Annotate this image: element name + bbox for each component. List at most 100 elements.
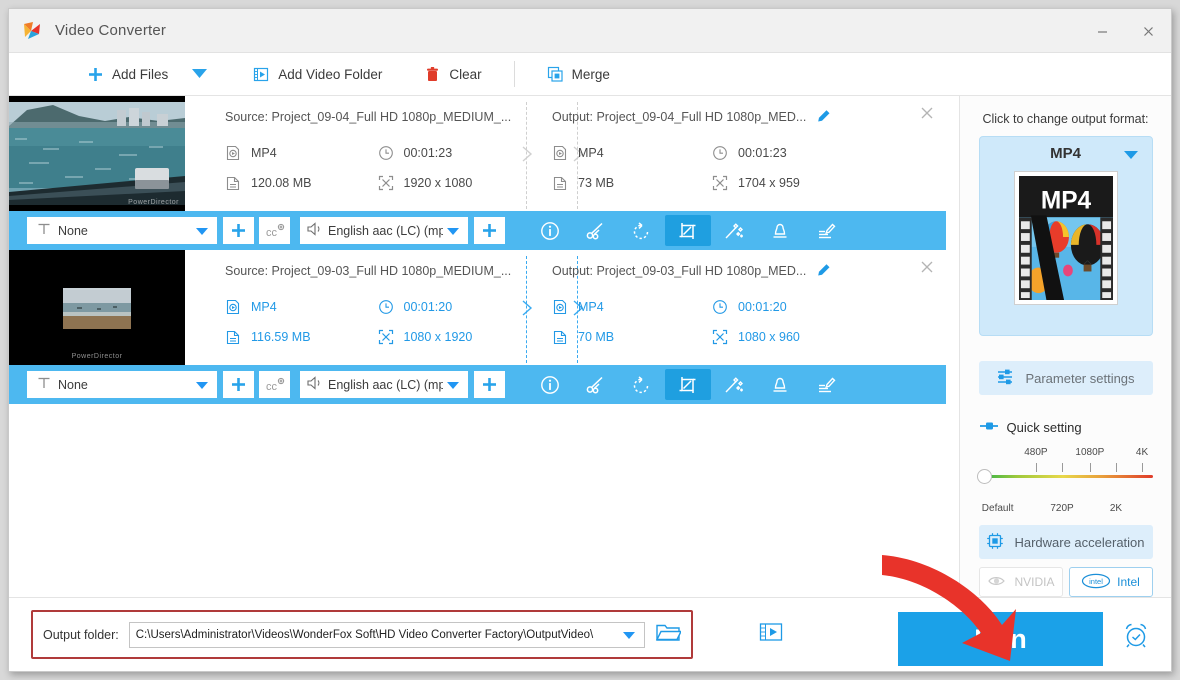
edit-output-name-icon[interactable] xyxy=(815,262,832,284)
merge-label: Merge xyxy=(571,66,610,82)
thumbnail-watermark: PowerDirector xyxy=(71,353,123,360)
output-resolution: 1704 x 959 xyxy=(738,176,800,190)
file-format-icon xyxy=(552,145,568,161)
add-video-folder-button[interactable]: Add Video Folder xyxy=(243,53,392,96)
close-button[interactable] xyxy=(1125,9,1171,53)
clear-label: Clear xyxy=(449,66,482,82)
info-button[interactable] xyxy=(527,369,573,400)
file-list: PowerDirector Source: Project_09-04_Full xyxy=(9,96,959,597)
add-subtitle-button[interactable] xyxy=(223,371,254,398)
quality-label-720p: 720P xyxy=(1050,503,1074,514)
quick-setting-icon xyxy=(979,420,999,435)
plus-icon xyxy=(87,66,104,83)
hardware-acceleration-button[interactable]: Hardware acceleration xyxy=(978,525,1153,559)
remove-file-button[interactable] xyxy=(918,260,936,278)
gpu-options: NVIDIA intel Intel xyxy=(978,567,1153,597)
browse-folder-icon[interactable] xyxy=(655,621,682,648)
quality-ticks xyxy=(979,463,1153,472)
subtitle-settings-button[interactable]: cc xyxy=(259,217,290,244)
svg-text:MP4: MP4 xyxy=(1040,187,1091,214)
quality-label-4k: 4K xyxy=(1135,447,1149,458)
parameter-settings-button[interactable]: Parameter settings xyxy=(978,361,1153,395)
watermark-button[interactable] xyxy=(757,369,803,400)
subtitle-editor-button[interactable] xyxy=(803,369,849,400)
file-format-icon xyxy=(225,145,241,161)
effects-button[interactable] xyxy=(711,215,757,246)
add-files-button[interactable]: Add Files xyxy=(77,53,178,96)
subtitle-settings-button[interactable]: cc xyxy=(259,371,290,398)
output-meta: MP4 70 MB 00:01:20 1080 x 960 xyxy=(552,292,946,352)
file-info: Source: Project_09-04_Full HD 1080p_MEDI… xyxy=(185,96,946,211)
add-files-dropdown[interactable] xyxy=(178,53,221,96)
output-format: MP4 xyxy=(578,300,604,314)
file-size-icon xyxy=(552,329,568,345)
schedule-alarm-icon[interactable] xyxy=(1121,620,1151,655)
output-duration: 00:01:23 xyxy=(738,146,787,160)
subtitle-select[interactable]: None xyxy=(27,371,217,398)
audio-track-value: English aac (LC) (mp xyxy=(328,223,443,238)
quality-slider-track[interactable] xyxy=(978,475,1153,478)
rotate-button[interactable] xyxy=(619,369,665,400)
app-logo-icon xyxy=(21,20,43,42)
source-duration: 00:01:20 xyxy=(403,300,453,314)
quick-setting-row: Quick setting xyxy=(979,420,1153,435)
gpu-intel-button[interactable]: intel Intel xyxy=(1068,567,1153,597)
output-folder-input[interactable]: C:\Users\Administrator\Videos\WonderFox … xyxy=(128,621,645,648)
output-duration-row: 00:01:20 xyxy=(712,292,872,322)
source-size: 116.59 MB xyxy=(251,330,311,344)
add-audio-track-button[interactable] xyxy=(474,217,505,244)
quality-slider[interactable]: 480P 1080P 4K Default 720P 2K xyxy=(976,447,1153,514)
speaker-icon xyxy=(306,222,326,239)
gpu-nvidia-button[interactable]: NVIDIA xyxy=(978,567,1063,597)
audio-track-value: English aac (LC) (mp xyxy=(328,377,443,392)
chevron-down-icon[interactable] xyxy=(1123,151,1138,159)
subtitle-editor-button[interactable] xyxy=(803,215,849,246)
file-size-icon xyxy=(225,175,241,191)
output-size: 70 MB xyxy=(578,330,615,344)
watermark-button[interactable] xyxy=(757,215,803,246)
file-card[interactable]: PowerDirector Source: Project_09-04_Full xyxy=(9,96,946,250)
open-output-video-icon[interactable] xyxy=(759,621,783,648)
edit-output-name-icon[interactable] xyxy=(815,108,832,130)
cut-button[interactable] xyxy=(573,369,619,400)
add-audio-track-button[interactable] xyxy=(474,371,505,398)
output-format-box[interactable]: MP4 MP4 xyxy=(978,136,1153,336)
remove-file-button[interactable] xyxy=(918,106,936,124)
info-button[interactable] xyxy=(527,215,573,246)
minimize-button[interactable] xyxy=(1079,9,1125,53)
add-subtitle-button[interactable] xyxy=(223,217,254,244)
quality-slider-knob[interactable] xyxy=(976,469,992,484)
source-meta-col-left: MP4 116.59 MB xyxy=(225,292,378,352)
rotate-button[interactable] xyxy=(619,215,665,246)
cpu-chip-icon xyxy=(986,532,1004,553)
cut-button[interactable] xyxy=(573,215,619,246)
video-thumbnail: PowerDirector xyxy=(9,250,185,365)
output-format-row: MP4 xyxy=(552,138,712,168)
crop-button[interactable] xyxy=(665,215,711,246)
audio-track-select[interactable]: English aac (LC) (mp xyxy=(300,217,468,244)
crop-button[interactable] xyxy=(665,369,711,400)
clear-button[interactable]: Clear xyxy=(414,53,491,96)
source-resolution-row: 1920 x 1080 xyxy=(378,168,531,198)
output-folder-path: C:\Users\Administrator\Videos\WonderFox … xyxy=(135,628,594,641)
output-meta-col-right: 00:01:23 1704 x 959 xyxy=(712,138,872,198)
sliders-icon xyxy=(996,368,1015,389)
speaker-icon xyxy=(306,376,326,393)
run-button[interactable]: Run xyxy=(898,612,1103,666)
source-resolution: 1080 x 1920 xyxy=(403,330,473,344)
chevron-down-icon xyxy=(447,381,459,389)
output-resolution: 1080 x 960 xyxy=(738,330,800,344)
parameter-settings-label: Parameter settings xyxy=(1025,370,1135,386)
subtitle-select[interactable]: None xyxy=(27,217,217,244)
output-pane: Output: Project_09-04_Full HD 1080p_MED.… xyxy=(530,96,946,211)
audio-track-select[interactable]: English aac (LC) (mp xyxy=(300,371,468,398)
source-meta-col-right: 00:01:23 1920 x 1080 xyxy=(378,138,531,198)
app-window: Video Converter Add Files Add Video Fold… xyxy=(8,8,1172,672)
window-controls xyxy=(1079,9,1171,53)
source-pane: Source: Project_09-03_Full HD 1080p_MEDI… xyxy=(185,250,530,365)
merge-button[interactable]: Merge xyxy=(537,53,620,96)
effects-button[interactable] xyxy=(711,369,757,400)
file-card[interactable]: PowerDirector Source: Project_09-03_Full xyxy=(9,250,946,404)
chevron-down-icon[interactable] xyxy=(622,631,635,639)
source-duration: 00:01:23 xyxy=(403,146,453,160)
